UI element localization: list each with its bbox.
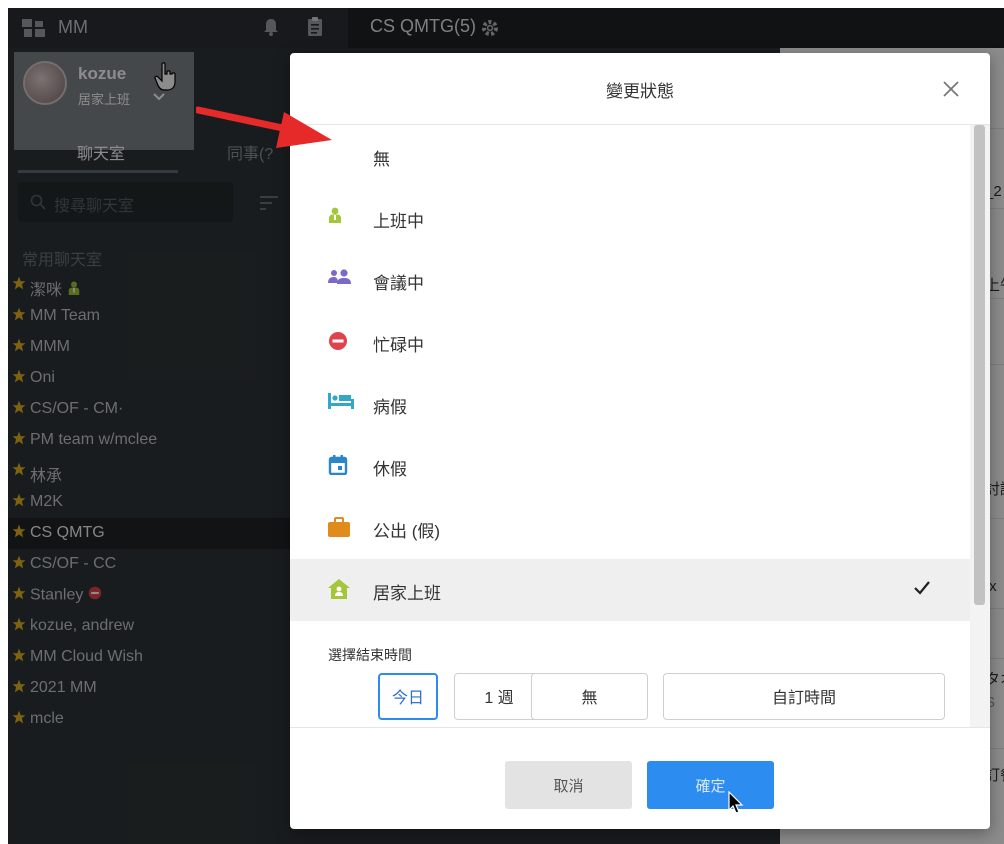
time-option-today[interactable]: 今日 <box>378 673 438 720</box>
bed-icon <box>328 393 354 415</box>
status-option[interactable]: 無 <box>290 125 970 187</box>
status-option-label: 休假 <box>373 460 407 479</box>
status-option-label: 無 <box>373 150 390 169</box>
busy-icon <box>328 331 352 353</box>
status-option-label: 上班中 <box>373 212 424 231</box>
status-option[interactable]: 休假 <box>290 435 970 497</box>
status-option[interactable]: 病假 <box>290 373 970 435</box>
person-icon <box>328 207 352 229</box>
cancel-button[interactable]: 取消 <box>505 761 632 809</box>
status-option-label: 忙碌中 <box>373 336 424 355</box>
arrow-cursor-icon <box>728 791 744 814</box>
end-time-label: 選擇結束時間 <box>328 647 412 663</box>
status-option[interactable]: 公出 (假) <box>290 497 970 559</box>
confirm-button[interactable]: 確定 <box>647 761 774 809</box>
meeting-icon <box>328 269 352 291</box>
time-option-custom[interactable]: 自訂時間 <box>663 673 945 720</box>
status-list: 居家上班 公出 (假) 休假 病假 忙碌中 會議中 上班中無 選擇結束時間 今日 1 週 無… <box>290 125 970 727</box>
status-option-label: 公出 (假) <box>373 522 441 541</box>
scrollbar-thumb[interactable] <box>974 125 985 605</box>
status-option-label: 會議中 <box>373 274 424 293</box>
dialog-title: 變更狀態 <box>606 82 674 101</box>
briefcase-icon <box>328 517 352 539</box>
calendar-icon <box>328 455 352 477</box>
status-option-label: 居家上班 <box>373 584 441 603</box>
red-arrow-annotation <box>196 106 332 148</box>
status-option-label: 病假 <box>373 398 407 417</box>
home-icon <box>328 579 352 601</box>
change-status-dialog: 變更狀態 居家上班 公出 (假) 休假 病假 忙碌中 會議中 上班中無 選擇結束時間 今日 … <box>290 53 990 829</box>
close-icon[interactable] <box>942 80 960 98</box>
status-option[interactable]: 會議中 <box>290 249 970 311</box>
app-window: MM CS QMTG(5) kozue 居家上班 聊天室 同事(? 搜尋聊天室 … <box>8 8 1004 844</box>
status-option[interactable]: 居家上班 <box>290 559 970 621</box>
dialog-header: 變更狀態 <box>290 53 990 125</box>
scrollbar[interactable] <box>970 125 990 727</box>
status-option[interactable]: 上班中 <box>290 187 970 249</box>
dialog-footer: 取消 確定 <box>290 727 990 829</box>
time-option-none[interactable]: 無 <box>531 673 648 720</box>
status-option[interactable]: 忙碌中 <box>290 311 970 373</box>
checkmark-icon <box>914 581 930 595</box>
